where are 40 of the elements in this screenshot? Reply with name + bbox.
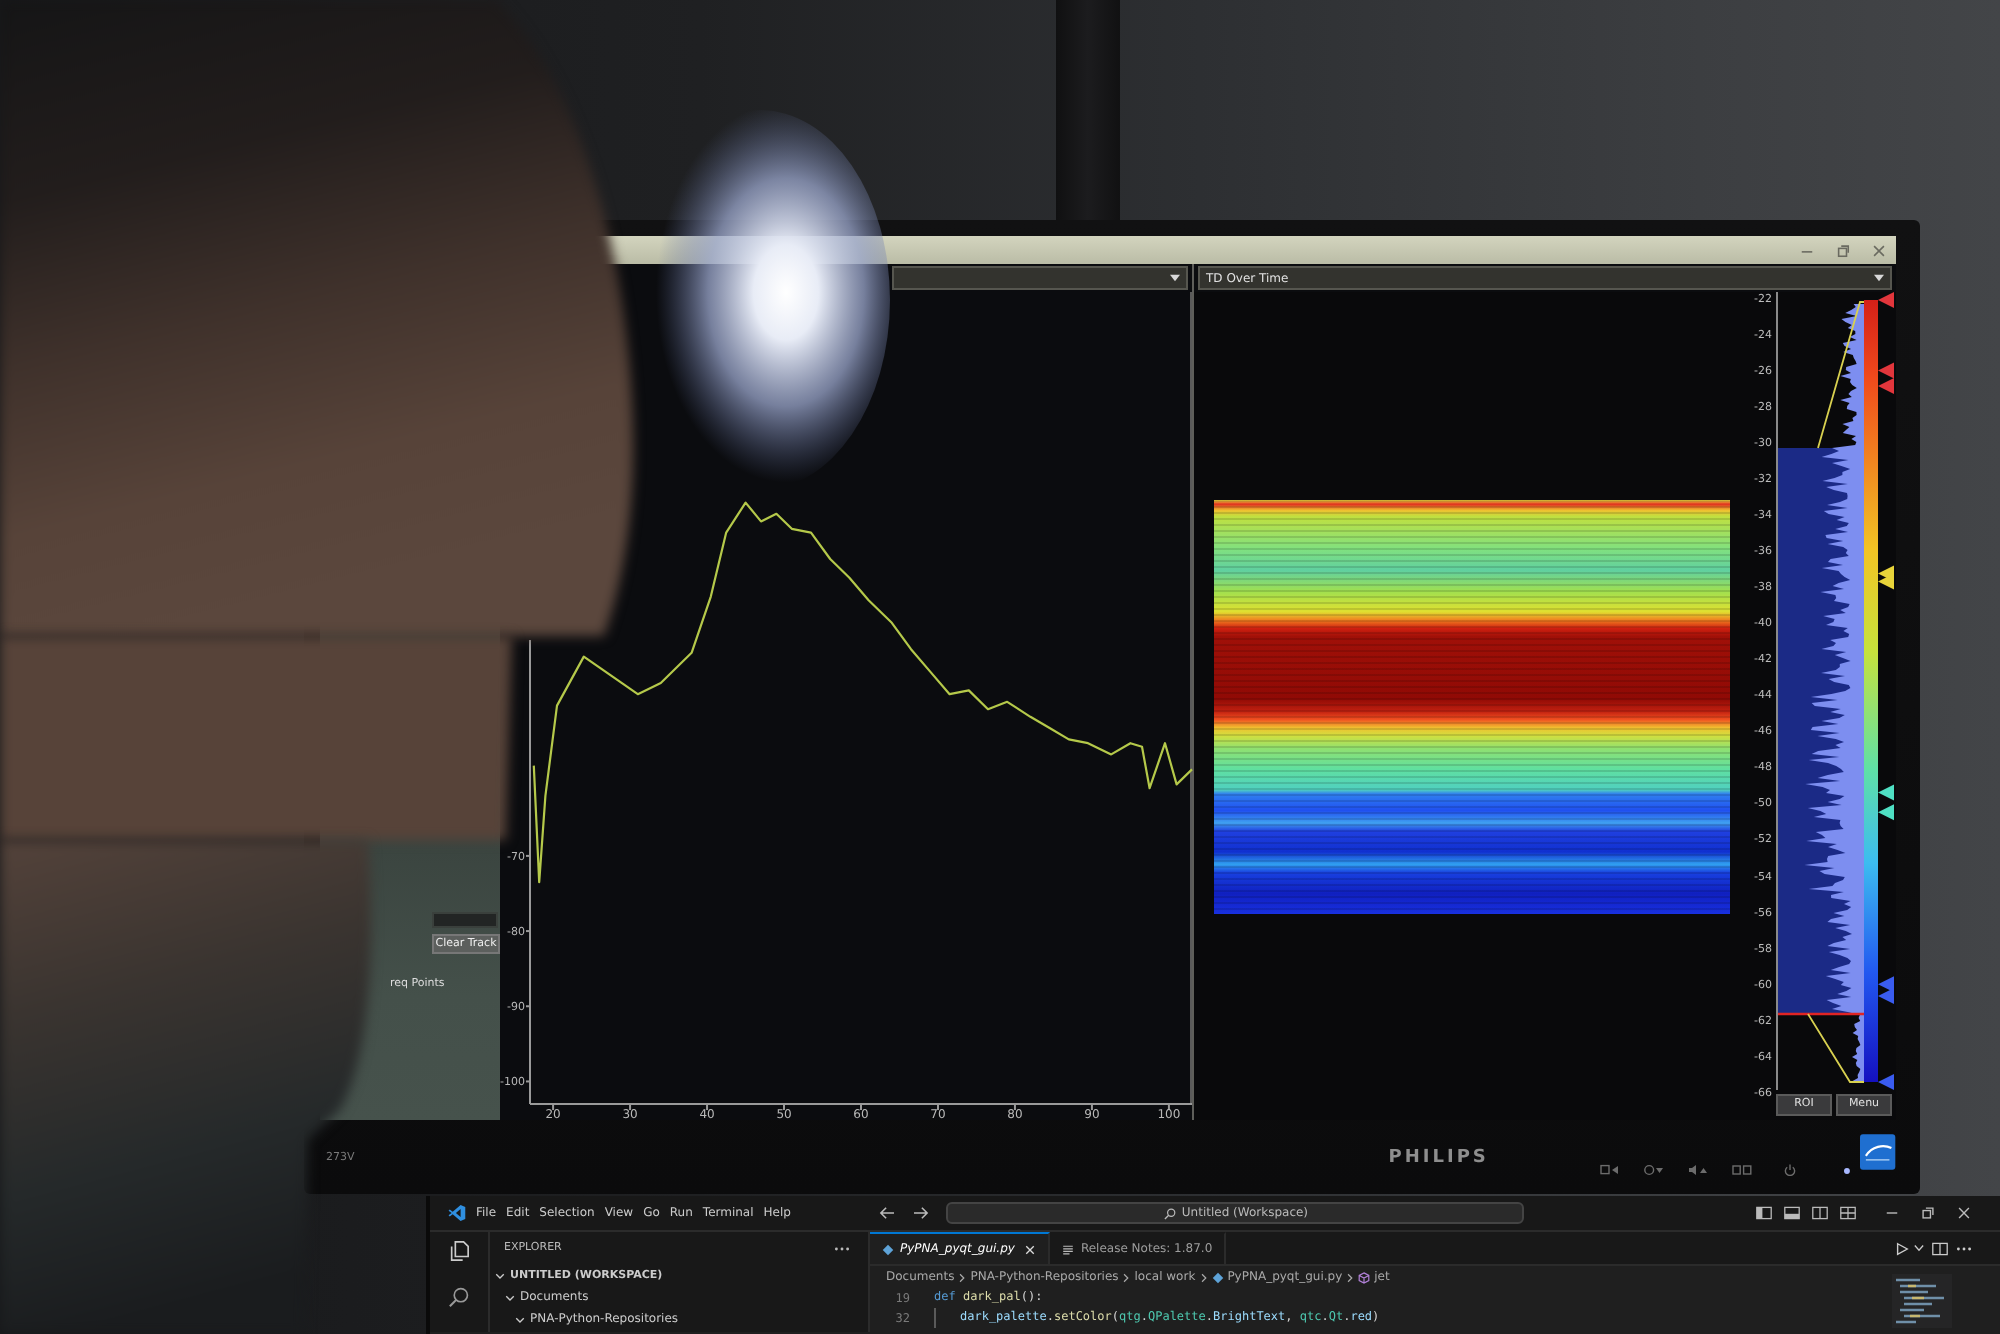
grid-layout-icon[interactable] <box>1840 1206 1856 1220</box>
chevron-icon <box>1199 1271 1208 1283</box>
split-editor-icon[interactable] <box>1932 1241 1948 1255</box>
app-logo-icon <box>448 1204 466 1222</box>
search-icon[interactable] <box>448 1286 470 1308</box>
bezel-button-icon[interactable] <box>1688 1164 1709 1176</box>
minimap-drawing <box>1892 1274 1952 1328</box>
files-icon[interactable] <box>448 1240 470 1262</box>
cube-icon <box>1358 1271 1371 1283</box>
list-icon <box>1062 1243 1075 1255</box>
restore-icon[interactable] <box>1920 1206 1936 1220</box>
input-field[interactable] <box>432 912 498 928</box>
gradient-handle[interactable] <box>1878 1074 1894 1090</box>
gradient-handle[interactable] <box>1878 988 1894 1004</box>
brand-label: PHILIPS <box>1388 1147 1489 1167</box>
gradient-handle[interactable] <box>1878 378 1894 394</box>
caret-icon[interactable] <box>1914 1244 1924 1252</box>
sticker-icon <box>1860 1133 1896 1169</box>
back-arrow-icon[interactable] <box>878 1206 897 1220</box>
caret-icon <box>1874 274 1884 282</box>
run-icon[interactable] <box>1894 1241 1910 1255</box>
file-type-icon <box>882 1243 894 1255</box>
minimize-icon[interactable] <box>1884 1206 1900 1220</box>
search-icon <box>1163 1207 1176 1219</box>
more-icon[interactable] <box>834 1245 850 1251</box>
sidebar-layout-icon[interactable] <box>1756 1206 1772 1220</box>
chevron-icon <box>1346 1271 1355 1283</box>
chevron-icon <box>1122 1271 1131 1283</box>
bezel-button-icon[interactable] <box>1644 1164 1665 1176</box>
chevron-icon <box>958 1271 967 1283</box>
more-icon[interactable] <box>1956 1245 1972 1251</box>
split-layout-icon[interactable] <box>1812 1206 1828 1220</box>
caret-icon <box>1170 274 1180 282</box>
power-icon[interactable] <box>1784 1164 1797 1176</box>
forward-arrow-icon[interactable] <box>912 1206 931 1220</box>
bezel-button-icon[interactable] <box>1732 1164 1753 1176</box>
panel-layout-icon[interactable] <box>1784 1206 1800 1220</box>
bezel-button-icon[interactable] <box>1600 1164 1621 1176</box>
close-icon[interactable] <box>1956 1206 1972 1220</box>
file-type-icon <box>1211 1271 1224 1283</box>
